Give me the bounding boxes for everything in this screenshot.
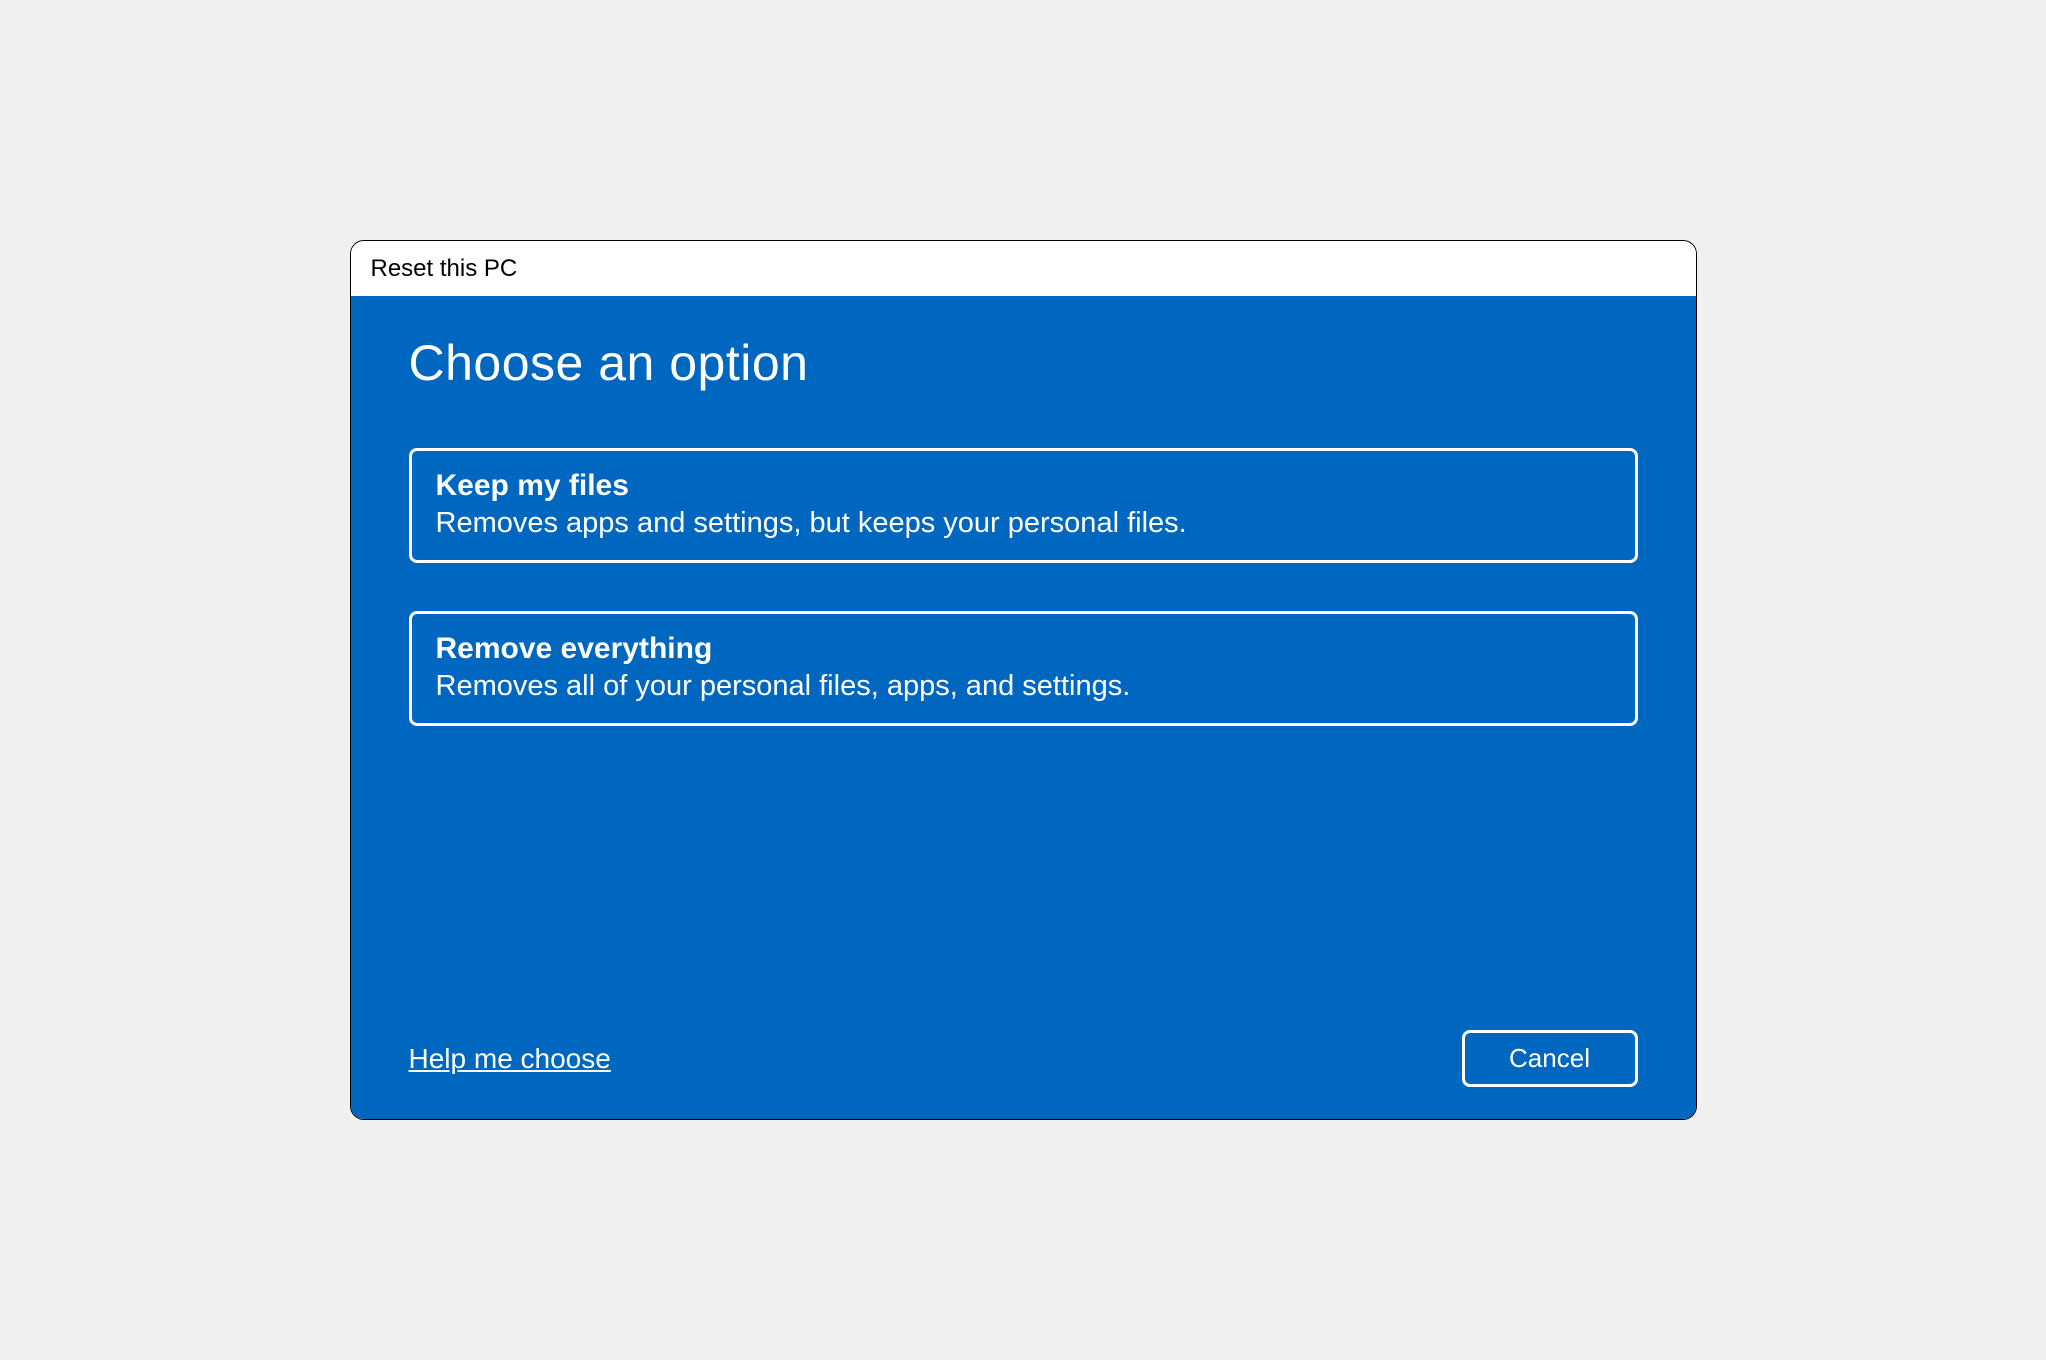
content-area: Choose an option Keep my files Removes a… — [351, 296, 1696, 1119]
option-title: Remove everything — [436, 632, 1611, 666]
option-remove-everything[interactable]: Remove everything Removes all of your pe… — [409, 611, 1638, 726]
option-keep-my-files[interactable]: Keep my files Removes apps and settings,… — [409, 448, 1638, 563]
option-description: Removes apps and settings, but keeps you… — [436, 507, 1611, 540]
option-title: Keep my files — [436, 469, 1611, 503]
cancel-button[interactable]: Cancel — [1462, 1030, 1638, 1087]
page-heading: Choose an option — [409, 334, 1638, 392]
title-bar: Reset this PC — [351, 241, 1696, 296]
window-title: Reset this PC — [371, 255, 518, 283]
dialog-footer: Help me choose Cancel — [409, 1030, 1638, 1087]
option-description: Removes all of your personal files, apps… — [436, 670, 1611, 703]
help-me-choose-link[interactable]: Help me choose — [409, 1043, 611, 1075]
dialog-window: Reset this PC Choose an option Keep my f… — [350, 240, 1697, 1120]
